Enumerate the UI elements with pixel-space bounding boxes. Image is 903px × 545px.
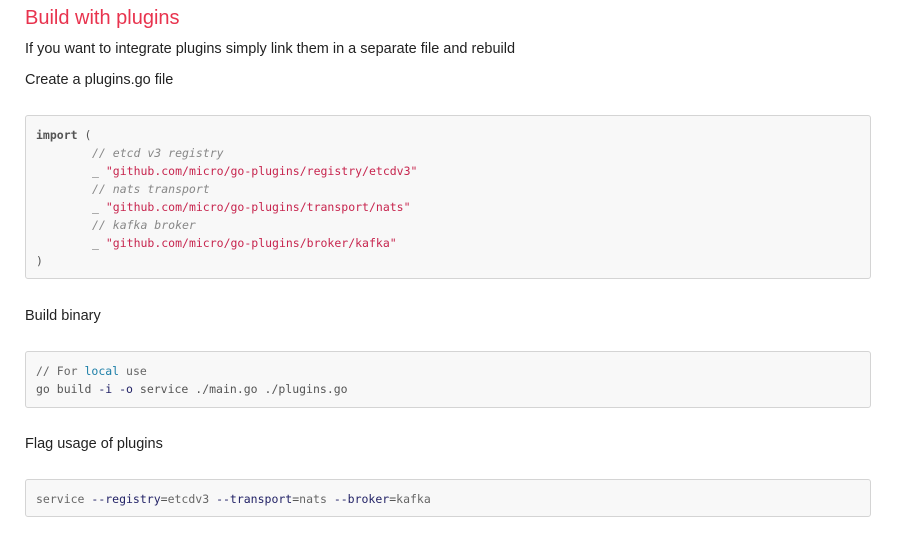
blank-identifier: _ bbox=[92, 236, 99, 250]
code-line: _ "github.com/micro/go-plugins/registry/… bbox=[36, 162, 860, 180]
comment-broker: // kafka broker bbox=[92, 218, 196, 232]
code-line: // For local use bbox=[36, 362, 860, 380]
import-path-registry: "github.com/micro/go-plugins/registry/et… bbox=[105, 164, 418, 178]
flag-registry: --registry bbox=[91, 492, 161, 506]
page-title: Build with plugins bbox=[25, 7, 180, 29]
intro-text: If you want to integrate plugins simply … bbox=[25, 41, 516, 57]
code-line: ) bbox=[36, 252, 860, 270]
code-line: _ "github.com/micro/go-plugins/broker/ka… bbox=[36, 234, 860, 252]
flag-i: -i bbox=[98, 382, 113, 396]
create-file-text: Create a plugins.go file bbox=[25, 72, 174, 88]
build-binary-text: Build binary bbox=[25, 308, 101, 324]
build-args: service ./main.go ./plugins.go bbox=[132, 382, 348, 396]
code-line: _ "github.com/micro/go-plugins/transport… bbox=[36, 198, 860, 216]
import-keyword: import bbox=[36, 128, 78, 142]
flag-o: -o bbox=[119, 382, 133, 396]
value-transport: nats bbox=[299, 492, 327, 506]
code-block-flags: service --registry=etcdv3 --transport=na… bbox=[25, 479, 871, 517]
equals-sign: = bbox=[160, 492, 168, 506]
flag-broker: --broker bbox=[333, 492, 390, 506]
go-build-command: go build bbox=[36, 382, 99, 396]
code-line: // kafka broker bbox=[36, 216, 860, 234]
code-block-build: // For local use go build -i -o service … bbox=[25, 351, 871, 408]
comment-transport: // nats transport bbox=[92, 182, 210, 196]
flag-usage-text: Flag usage of plugins bbox=[25, 436, 163, 452]
comment-keyword: local bbox=[84, 364, 120, 378]
blank-identifier: _ bbox=[92, 164, 99, 178]
comment-registry: // etcd v3 registry bbox=[92, 146, 224, 160]
code-block-import: import ( // etcd v3 registry _ "github.c… bbox=[25, 115, 871, 279]
close-paren: ) bbox=[36, 254, 43, 268]
comment-prefix: // For bbox=[36, 364, 85, 378]
import-path-broker: "github.com/micro/go-plugins/broker/kafk… bbox=[105, 236, 397, 250]
blank-identifier: _ bbox=[92, 200, 99, 214]
comment-suffix: use bbox=[119, 364, 147, 378]
open-paren: ( bbox=[84, 128, 92, 142]
code-line: service --registry=etcdv3 --transport=na… bbox=[36, 490, 860, 508]
code-line: go build -i -o service ./main.go ./plugi… bbox=[36, 380, 860, 398]
service-command: service bbox=[36, 492, 92, 506]
code-line: import ( bbox=[36, 126, 860, 144]
value-registry: etcdv3 bbox=[167, 492, 210, 506]
value-broker: kafka bbox=[396, 492, 431, 506]
flag-transport: --transport bbox=[216, 492, 293, 506]
import-path-transport: "github.com/micro/go-plugins/transport/n… bbox=[105, 200, 411, 214]
code-line: // etcd v3 registry bbox=[36, 144, 860, 162]
code-line: // nats transport bbox=[36, 180, 860, 198]
content-page: Build with plugins If you want to integr… bbox=[0, 0, 903, 545]
